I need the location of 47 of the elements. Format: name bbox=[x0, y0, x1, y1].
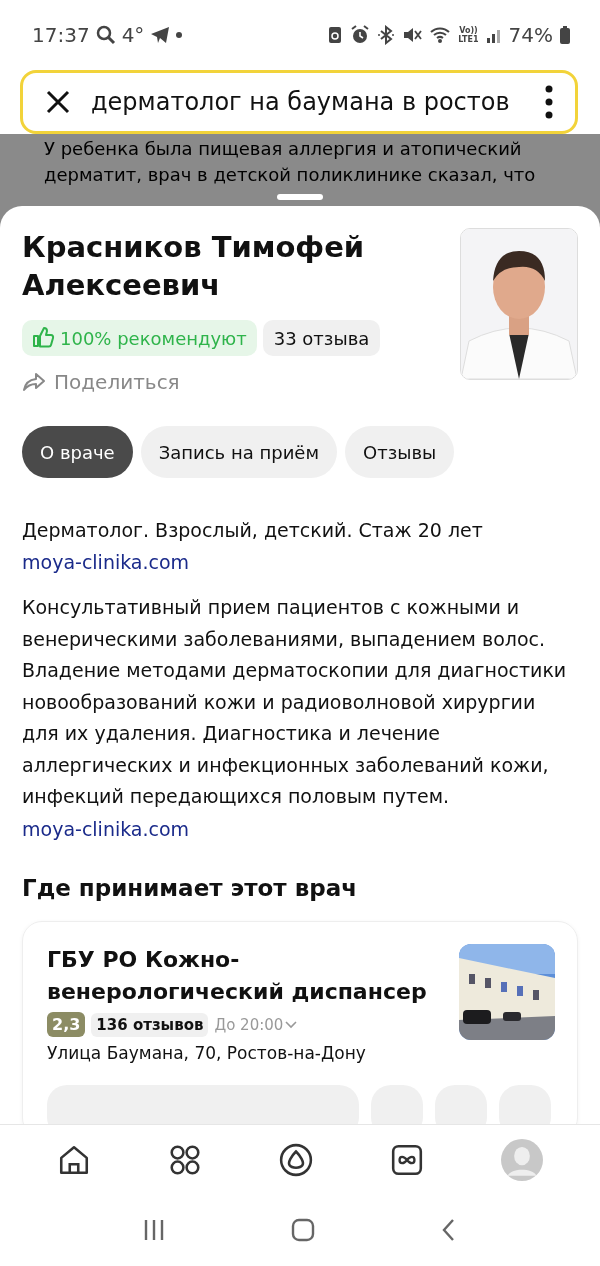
drag-handle[interactable] bbox=[277, 194, 323, 200]
recent-apps-icon bbox=[143, 1218, 165, 1242]
specialty-text: Дерматолог. Взрослый, детский. Стаж 20 лет bbox=[22, 518, 484, 543]
wifi-icon bbox=[429, 25, 452, 45]
network-label: LTE1 bbox=[458, 35, 479, 44]
back-icon bbox=[441, 1218, 457, 1242]
share-button[interactable]: Поделиться bbox=[22, 370, 180, 394]
rating-badge: 2,3 bbox=[47, 1012, 86, 1037]
close-button[interactable] bbox=[45, 89, 71, 115]
infinity-icon bbox=[390, 1142, 425, 1177]
recommend-badge: 100% рекомендуют bbox=[22, 320, 257, 356]
description-text: Консультативный прием пациентов с кожными и венерическими заболеваниями, выпадением волос. Владение методами дерматоскопии для диагностики новообразований кожи и радиоволновой хирургии для их удаления. Диагностика и лечение аллергических и инфекционных заболеваний кожи, инфекций передающихся половым путем. moya-clinika.com bbox=[22, 595, 568, 842]
search-icon bbox=[95, 25, 116, 45]
more-icon bbox=[545, 85, 553, 119]
volte-label: Vo)) bbox=[459, 26, 478, 35]
clinic-name: ГБУ РО Кожно-венерологический диспансер bbox=[47, 946, 428, 1006]
tab[interactable]: Отзывы bbox=[345, 426, 455, 478]
grid-icon bbox=[167, 1142, 202, 1177]
doctor-name: Красников Тимофей Алексеевич bbox=[22, 229, 366, 304]
battery-icon bbox=[560, 26, 570, 44]
alarm-clock-icon bbox=[350, 25, 371, 45]
clinic-address: Улица Баумана, 70, Ростов-на-Дону bbox=[47, 1043, 367, 1063]
muted-speaker-icon bbox=[402, 25, 423, 45]
bluetooth-icon bbox=[377, 25, 396, 45]
tab[interactable]: Запись на приём bbox=[140, 426, 337, 478]
reviews-count-button[interactable]: 136 отзывов bbox=[91, 1012, 209, 1037]
tab[interactable]: О враче bbox=[22, 426, 133, 478]
reviews-count-button[interactable]: 33 отзыва bbox=[262, 320, 381, 356]
thumbs-up-icon bbox=[32, 326, 56, 350]
search-field[interactable]: дерматолог на баумана в ростов bbox=[20, 70, 578, 134]
dot-icon bbox=[176, 32, 183, 38]
clock-time: 17:37 bbox=[32, 23, 90, 47]
temperature: 4° bbox=[121, 23, 145, 47]
website-link[interactable]: moya-clinika.com bbox=[22, 551, 190, 573]
assistant-icon bbox=[278, 1142, 313, 1177]
home-icon bbox=[291, 1218, 315, 1242]
section-heading: Где принимает этот врач bbox=[22, 875, 358, 901]
battery-percent: 74% bbox=[508, 23, 553, 47]
website-link[interactable]: moya-clinika.com bbox=[22, 817, 190, 840]
background-review-text: У ребенка была пищевая аллергия и атопический дерматит, врач в детской поликлинике сказал, что bbox=[44, 137, 537, 187]
avatar-icon bbox=[501, 1138, 544, 1181]
paper-plane-icon bbox=[150, 25, 171, 45]
close-icon bbox=[45, 89, 71, 115]
more-button[interactable] bbox=[545, 85, 553, 119]
battery-saver-icon bbox=[327, 25, 344, 45]
share-arrow-icon bbox=[22, 371, 46, 393]
chevron-down-icon bbox=[285, 1020, 298, 1029]
